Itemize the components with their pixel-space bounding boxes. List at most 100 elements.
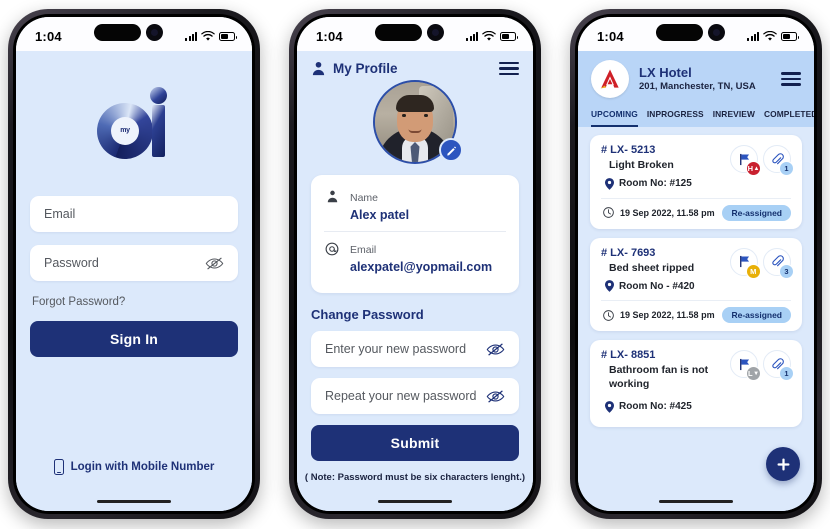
ticket-date: 19 Sep 2022, 11.58 pm <box>620 207 715 218</box>
new-password-field[interactable] <box>311 331 519 367</box>
status-time: 1:04 <box>35 29 62 44</box>
phone-device-login: 1:04 my Email Password Forgot Password? … <box>8 9 260 519</box>
hotel-name: LX Hotel <box>639 64 692 80</box>
hamburger-menu-icon[interactable] <box>781 72 801 86</box>
ticket-list: # LX- 5213 Light Broken Room No: #125 H … <box>578 127 814 427</box>
wifi-icon <box>201 31 215 41</box>
dynamic-island <box>374 24 444 41</box>
lx-hotel-logo-icon <box>591 60 629 98</box>
eye-off-icon[interactable] <box>205 256 224 271</box>
home-indicator <box>378 499 452 503</box>
flag-chip[interactable]: M <box>730 247 761 279</box>
flag-chip[interactable]: H ▲ <box>730 145 761 176</box>
home-indicator <box>97 499 171 503</box>
info-row-email: Email alexpatel@yopmail.com <box>324 230 506 283</box>
at-sign-icon <box>324 240 340 256</box>
tab-upcoming[interactable]: UPCOMING <box>591 109 638 127</box>
status-badge: Re-assigned <box>722 204 791 221</box>
island-pill <box>374 24 422 41</box>
tab-completed[interactable]: COMPLETED <box>764 109 814 127</box>
avatar-section <box>297 80 533 164</box>
status-bar: 1:04 <box>578 17 814 51</box>
attachment-count: 3 <box>779 263 794 279</box>
ticket-room: Room No - #420 <box>619 280 695 292</box>
login-screen: 1:04 my Email Password Forgot Password? … <box>16 17 252 511</box>
info-value-name: Alex patel <box>350 208 410 222</box>
info-row-name: Name Alex patel <box>324 184 506 231</box>
map-pin-icon <box>605 280 614 293</box>
battery-icon <box>219 32 237 41</box>
home-indicator <box>659 499 733 503</box>
priority-letter: L <box>747 369 753 379</box>
ticket-room: Room No: #125 <box>619 178 692 190</box>
dynamic-island <box>93 24 163 41</box>
profile-screen: 1:04 My Profile Name Alex patel Email al… <box>297 17 533 511</box>
login-with-mobile-link[interactable]: Login with Mobile Number <box>30 459 238 475</box>
ticket-id: # LX- 5213 <box>601 144 656 156</box>
password-note: ( Note: Password must be six characters … <box>304 472 526 483</box>
attachment-chip[interactable]: 1 <box>763 350 794 382</box>
map-pin-icon <box>605 400 614 413</box>
status-badge: Re-assigned <box>722 307 791 324</box>
profile-body: My Profile Name Alex patel Email alexpat… <box>297 51 533 511</box>
add-ticket-button[interactable] <box>766 447 800 481</box>
front-camera-icon <box>145 24 163 41</box>
table-row[interactable]: # LX- 8851 Bathroom fan is not working R… <box>590 340 802 427</box>
repeat-password-field[interactable] <box>311 378 519 414</box>
tab-inreview[interactable]: INREVIEW <box>713 109 755 127</box>
cellular-bars-icon <box>747 32 759 41</box>
submit-row: Submit <box>311 425 519 461</box>
phone-bezel: 1:04 <box>13 14 255 514</box>
phone-bezel: 1:04 <box>294 14 536 514</box>
status-indicators <box>185 26 237 42</box>
ticket-id: # LX- 8851 <box>601 349 656 362</box>
eye-off-icon[interactable] <box>486 342 505 357</box>
attachment-chip[interactable]: 3 <box>763 247 794 279</box>
login-body: my Email Password Forgot Password? Sign … <box>16 51 252 511</box>
phone-device-tickets: 1:04 LX Hotel 201, Manchester, TN, USA U… <box>570 9 822 519</box>
screenshot-stage: 1:04 my Email Password Forgot Password? … <box>0 0 830 529</box>
dynamic-island <box>655 24 725 41</box>
user-icon <box>324 188 340 203</box>
ticket-subject: Bathroom fan is not working <box>609 364 709 390</box>
clock-icon <box>603 207 614 218</box>
table-row[interactable]: # LX- 5213 Light Broken Room No: #125 H … <box>590 135 802 229</box>
priority-badge: M <box>746 263 761 279</box>
map-pin-icon <box>605 177 614 190</box>
password-field[interactable] <box>30 245 238 281</box>
pencil-edit-icon[interactable] <box>439 138 463 162</box>
profile-header: My Profile <box>297 51 533 78</box>
email-input[interactable] <box>44 207 224 221</box>
attachment-chip[interactable]: 1 <box>763 145 794 176</box>
email-field[interactable] <box>30 196 238 232</box>
priority-arrow: ▼ <box>753 370 760 377</box>
flag-chip[interactable]: L ▼ <box>730 350 761 382</box>
island-pill <box>655 24 703 41</box>
sign-in-button[interactable]: Sign In <box>30 321 238 357</box>
logo-inner-text: my <box>120 127 130 134</box>
attachment-count: 1 <box>779 366 794 382</box>
eye-off-icon[interactable] <box>486 389 505 404</box>
battery-icon <box>781 32 799 41</box>
island-pill <box>93 24 141 41</box>
front-camera-icon <box>426 24 444 41</box>
hotel-header: LX Hotel 201, Manchester, TN, USA UPCOMI… <box>578 51 814 127</box>
forgot-password-link[interactable]: Forgot Password? <box>32 296 238 308</box>
wifi-icon <box>763 31 777 41</box>
priority-badge: H ▲ <box>746 161 761 176</box>
repeat-password-input[interactable] <box>325 389 486 403</box>
hamburger-menu-icon[interactable] <box>499 61 519 76</box>
status-indicators <box>466 26 518 42</box>
new-password-input[interactable] <box>325 342 486 356</box>
submit-button[interactable]: Submit <box>311 425 519 461</box>
attachment-count: 1 <box>779 161 794 176</box>
table-row[interactable]: # LX- 7693 Bed sheet ripped Room No - #4… <box>590 237 802 332</box>
wifi-icon <box>482 31 496 41</box>
status-bar: 1:04 <box>297 17 533 51</box>
tab-inprogress[interactable]: INPROGRESS <box>647 109 704 127</box>
hotel-address: 201, Manchester, TN, USA <box>639 80 756 92</box>
login-with-mobile-label: Login with Mobile Number <box>70 461 215 473</box>
ticket-subject: Bed sheet ripped <box>609 261 695 274</box>
password-input[interactable] <box>44 256 205 270</box>
info-label: Name <box>350 192 379 204</box>
